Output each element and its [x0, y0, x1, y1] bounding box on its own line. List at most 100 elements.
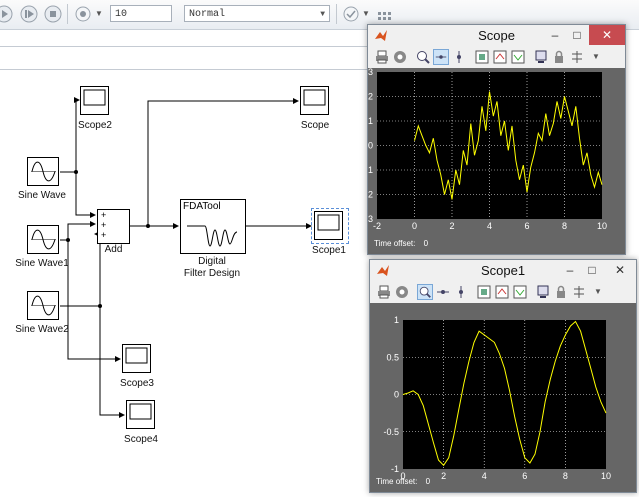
autoscale-icon[interactable] — [476, 284, 492, 300]
scope3-label[interactable]: Scope3 — [112, 378, 162, 389]
x-tick-label: 8 — [562, 221, 567, 231]
scope1-plot-frame: 0 2 4 6 8 10 1 0.5 0 -0.5 -1 Time offset: 0 — [370, 303, 636, 492]
x-tick-label: -2 — [373, 221, 381, 231]
scope-label[interactable]: Scope — [290, 120, 340, 131]
chevron-down-icon[interactable]: ▼ — [594, 287, 602, 296]
y-tick-label: 1 — [394, 315, 399, 325]
add-sign: + — [101, 210, 107, 220]
zoom-in-icon[interactable] — [417, 284, 433, 300]
floating-scope-icon[interactable] — [533, 49, 549, 65]
scope-block[interactable] — [300, 86, 330, 116]
time-offset-value: 0 — [425, 477, 431, 486]
time-offset-label: Time offset: — [376, 477, 418, 486]
signal-line[interactable] — [74, 97, 80, 172]
zoom-y-icon[interactable] — [451, 49, 467, 65]
signal-line[interactable] — [67, 240, 121, 362]
signal-line[interactable] — [99, 306, 125, 418]
lock-icon[interactable] — [551, 49, 567, 65]
add-signs: + + + — [101, 210, 106, 240]
signal-selection-icon[interactable] — [571, 284, 587, 300]
branch-point — [98, 304, 102, 308]
sine-wave2-label[interactable]: Sine Wave2 — [12, 324, 72, 335]
zoom-in-icon[interactable] — [415, 49, 431, 65]
x-tick-label: 4 — [487, 221, 492, 231]
sine-wave2-block[interactable] — [27, 291, 60, 321]
restore-axes-icon[interactable] — [512, 284, 528, 300]
minimize-button[interactable]: – — [560, 260, 580, 280]
scope1-title-bar[interactable]: Scope1 – □ ✕ — [370, 260, 636, 282]
close-button[interactable]: ✕ — [589, 25, 625, 45]
filter-label-line2[interactable]: Filter Design — [176, 268, 248, 279]
branch-point — [146, 224, 150, 228]
x-tick-label: 0 — [412, 221, 417, 231]
signal-selection-icon[interactable] — [569, 49, 585, 65]
filter-label-line1[interactable]: Digital — [176, 256, 248, 267]
x-tick-label: 8 — [563, 471, 568, 481]
x-tick-label: 4 — [482, 471, 487, 481]
save-axes-icon[interactable] — [492, 49, 508, 65]
parameters-gear-icon[interactable] — [394, 284, 410, 300]
scope-window[interactable]: Scope – □ ✕ ▼ -202468103210-1-2-3 Time o… — [367, 24, 626, 255]
scope-title-bar[interactable]: Scope – □ ✕ — [368, 25, 625, 47]
sine-wave-label[interactable]: Sine Wave — [17, 190, 67, 201]
x-tick-label: 10 — [601, 471, 611, 481]
y-tick-label: 0 — [368, 141, 373, 151]
signal-line[interactable] — [60, 221, 96, 241]
scope1-label[interactable]: Scope1 — [304, 245, 354, 256]
autoscale-icon[interactable] — [474, 49, 490, 65]
scope-plot-frame: -202468103210-1-2-3 Time offset: 0 — [368, 68, 625, 254]
sine-wave1-label[interactable]: Sine Wave1 — [12, 258, 72, 269]
scope2-block[interactable] — [80, 86, 110, 116]
add-sign: + — [101, 230, 107, 240]
maximize-button[interactable]: □ — [582, 260, 602, 280]
add-label[interactable]: Add — [97, 244, 130, 255]
scope4-block[interactable] — [126, 400, 156, 430]
time-offset-label: Time offset: — [374, 239, 416, 248]
scope-time-offset: Time offset: 0 — [374, 239, 428, 248]
x-tick-label: 10 — [597, 221, 607, 231]
filter-response-icon — [187, 225, 238, 247]
close-button[interactable]: ✕ — [608, 260, 632, 280]
branch-point — [66, 238, 70, 242]
floating-scope-icon[interactable] — [535, 284, 551, 300]
scope1-block[interactable] — [314, 211, 344, 241]
digital-filter-block[interactable]: FDATool — [180, 199, 246, 254]
y-tick-label: -3 — [368, 214, 373, 224]
add-block[interactable]: + + + — [97, 209, 130, 244]
save-axes-icon[interactable] — [494, 284, 510, 300]
y-tick-label: -1 — [368, 165, 373, 175]
print-icon[interactable] — [374, 49, 390, 65]
sine-wave1-block[interactable] — [27, 225, 60, 255]
zoom-y-icon[interactable] — [453, 284, 469, 300]
minimize-button[interactable]: – — [545, 25, 565, 45]
y-tick-label: 0 — [394, 390, 399, 400]
scope1-toolbar: ▼ — [370, 282, 636, 302]
x-tick-label: 2 — [441, 471, 446, 481]
maximize-button[interactable]: □ — [567, 25, 587, 45]
y-tick-label: 3 — [368, 68, 373, 77]
scope4-label[interactable]: Scope4 — [116, 434, 166, 445]
zoom-x-icon[interactable] — [435, 284, 451, 300]
x-tick-label: 6 — [522, 471, 527, 481]
parameters-gear-icon[interactable] — [392, 49, 408, 65]
scope1-time-offset: Time offset: 0 — [376, 477, 430, 486]
zoom-x-icon[interactable] — [433, 49, 449, 65]
scope1-window[interactable]: Scope1 – □ ✕ ▼ 0 2 4 6 8 10 1 0.5 0 -0.5 -1 Time o… — [369, 259, 637, 493]
y-tick-label: 2 — [368, 92, 373, 102]
y-tick-label: -1 — [391, 464, 399, 474]
scope2-label[interactable]: Scope2 — [70, 120, 120, 131]
branch-point — [74, 170, 78, 174]
x-tick-label: 2 — [449, 221, 454, 231]
chevron-down-icon[interactable]: ▼ — [592, 52, 600, 61]
print-icon[interactable] — [376, 284, 392, 300]
scope-chart[interactable]: -202468103210-1-2-3 — [368, 68, 625, 254]
y-tick-label: 0.5 — [386, 352, 399, 362]
scope3-block[interactable] — [122, 344, 152, 374]
add-sign: + — [101, 220, 107, 230]
sine-wave-block[interactable] — [27, 157, 60, 187]
scope1-chart[interactable]: 0 2 4 6 8 10 1 0.5 0 -0.5 -1 — [370, 303, 636, 492]
y-tick-label: -2 — [368, 190, 373, 200]
signal-line[interactable] — [60, 233, 101, 307]
lock-icon[interactable] — [553, 284, 569, 300]
restore-axes-icon[interactable] — [510, 49, 526, 65]
